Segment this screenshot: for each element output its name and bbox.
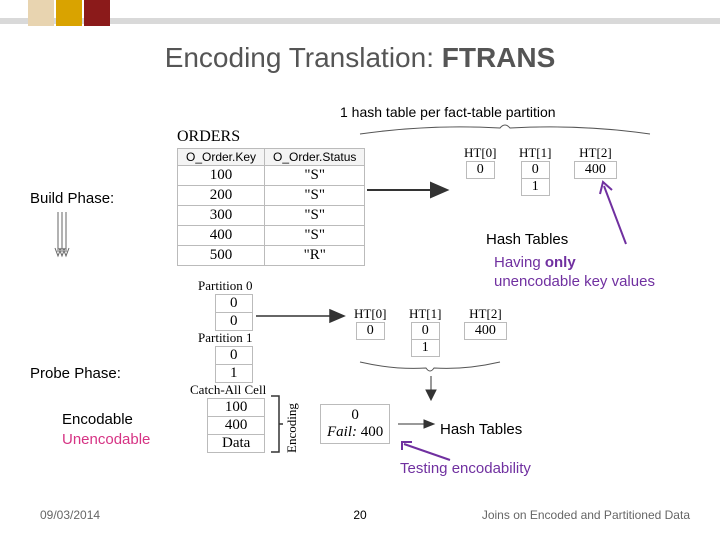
ht-name: HT[0] xyxy=(464,145,497,161)
cell: "S" xyxy=(265,206,365,226)
having-text: Having only unencodable key values xyxy=(494,254,655,292)
ht-name: HT[2] xyxy=(464,306,507,322)
partition1-label: Partition 1 xyxy=(198,330,253,346)
cell: 1 xyxy=(216,365,253,383)
result-box: 0 Fail: 400 xyxy=(320,404,390,444)
cell: "S" xyxy=(265,226,365,246)
result-ok: 0 xyxy=(327,407,383,424)
cell: "R" xyxy=(265,246,365,266)
cell: 400 xyxy=(208,417,265,435)
brace-top-icon xyxy=(360,122,650,140)
cell: 200 xyxy=(178,186,265,206)
arrow-right-2-icon xyxy=(256,308,350,324)
down-arrow-2-icon xyxy=(425,376,437,402)
slide-title: Encoding Translation: FTRANS xyxy=(0,42,720,74)
footer-right: Joins on Encoded and Partitioned Data xyxy=(482,508,690,522)
cell: 1 xyxy=(521,179,549,196)
bracket-icon xyxy=(271,396,283,454)
orders-label: ORDERS xyxy=(177,128,240,146)
title-bold: FTRANS xyxy=(442,42,556,73)
arrow-purple-2-icon xyxy=(400,440,460,464)
right-arrow-icon xyxy=(367,180,453,205)
cell: 500 xyxy=(178,246,265,266)
arrow-right-3-icon xyxy=(398,420,438,428)
encodable: Encodable xyxy=(62,410,150,430)
cell: 100 xyxy=(208,399,265,417)
cell: 0 xyxy=(216,347,253,365)
partition1-table: 0 1 xyxy=(215,346,253,383)
top-decoration xyxy=(0,0,720,30)
hash-tables-bottom: HT[0]0 HT[1]01 HT[2]400 xyxy=(354,306,525,357)
txt: only xyxy=(545,254,576,271)
cell: 300 xyxy=(178,206,265,226)
ht-name: HT[2] xyxy=(574,145,617,161)
result-fail-val: 400 xyxy=(357,424,383,440)
subtitle: 1 hash table per fact-table partition xyxy=(340,104,556,120)
arrow-purple-icon xyxy=(600,180,640,250)
cell: 400 xyxy=(464,323,506,340)
cell: 1 xyxy=(411,340,439,357)
ht-name: HT[1] xyxy=(409,306,442,322)
title-main: Encoding Translation: xyxy=(165,42,442,73)
partition0-table: 0 0 xyxy=(215,294,253,331)
encodable-labels: Encodable Unencodable xyxy=(62,410,150,449)
cell: 0 xyxy=(466,162,494,179)
result-fail: Fail: xyxy=(327,424,357,440)
catch-all-table: 100 400 Data xyxy=(207,398,265,453)
build-phase-label: Build Phase: xyxy=(30,190,114,207)
unencodable: Unencodable xyxy=(62,430,150,450)
cell: 100 xyxy=(178,166,265,186)
encoding-label: Encoding xyxy=(284,403,300,453)
hash-tables-label: Hash Tables xyxy=(486,231,568,248)
txt: Having xyxy=(494,254,545,271)
catch-all-label: Catch-All Cell xyxy=(190,382,266,398)
cell: "S" xyxy=(265,186,365,206)
cell: "S" xyxy=(265,166,365,186)
hash-tables-label-2: Hash Tables xyxy=(440,421,522,438)
probe-phase-label: Probe Phase: xyxy=(30,365,121,382)
ht-name: HT[1] xyxy=(519,145,552,161)
col-status: O_Order.Status xyxy=(265,149,365,166)
ht-name: HT[0] xyxy=(354,306,387,322)
cell: 0 xyxy=(216,313,253,331)
cell: 0 xyxy=(521,162,549,179)
txt: unencodable key values xyxy=(494,273,655,290)
orders-table: O_Order.KeyO_Order.Status 100"S" 200"S" … xyxy=(177,148,365,266)
col-key: O_Order.Key xyxy=(178,149,265,166)
cell: 400 xyxy=(574,162,616,179)
cell: 0 xyxy=(356,323,384,340)
cell: 0 xyxy=(411,323,439,340)
cell: Data xyxy=(208,435,265,453)
cell: 0 xyxy=(216,295,253,313)
down-arrow-icon xyxy=(55,212,69,262)
partition0-label: Partition 0 xyxy=(198,278,253,294)
cell: 400 xyxy=(178,226,265,246)
